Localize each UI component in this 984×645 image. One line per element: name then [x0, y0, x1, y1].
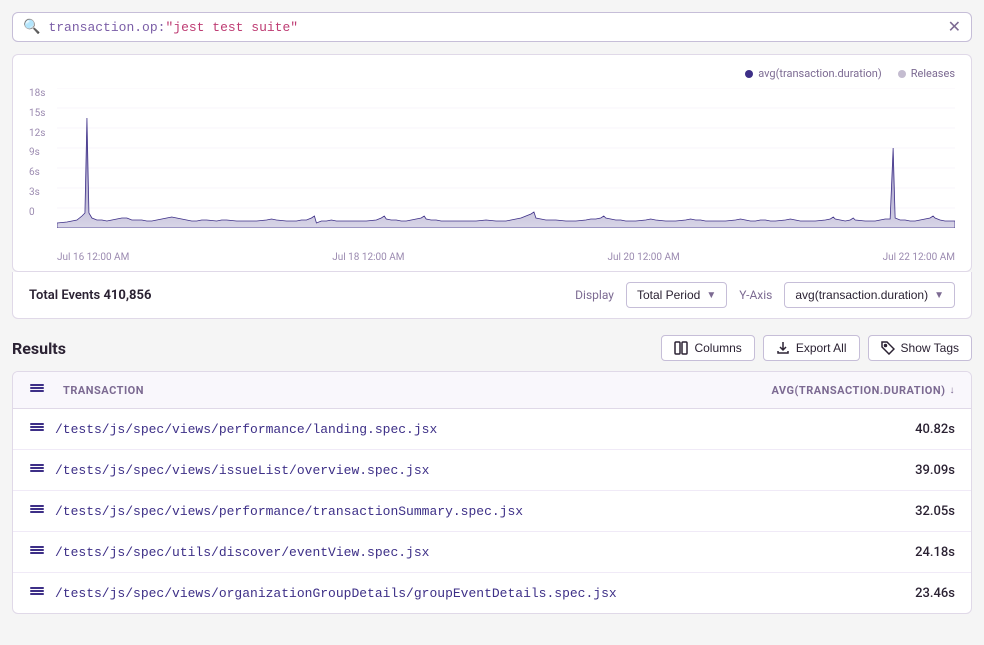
x-label-jul20: Jul 20 12:00 AM [607, 252, 679, 263]
columns-button[interactable]: Columns [661, 335, 754, 361]
row-value-5: 23.46s [915, 586, 955, 601]
search-icon: 🔍 [23, 19, 40, 35]
display-controls: Display Total Period ▼ Y-Axis avg(transa… [575, 282, 955, 308]
stats-bar: Total Events 410,856 Display Total Perio… [12, 272, 972, 319]
header-stack-icon [29, 380, 45, 396]
table-row: /tests/js/spec/views/performance/landing… [13, 409, 971, 450]
table-row: /tests/js/spec/utils/discover/eventView.… [13, 532, 971, 573]
table-row: /tests/js/spec/views/issueList/overview.… [13, 450, 971, 491]
y-label-15s: 15s [29, 108, 45, 119]
y-label-3s: 3s [29, 187, 45, 198]
legend-dot-releases [898, 70, 906, 78]
tag-icon [881, 341, 895, 355]
chart-svg [57, 88, 955, 228]
legend-releases-label: Releases [911, 67, 955, 80]
export-button[interactable]: Export All [763, 335, 860, 361]
col-transaction-header: Transaction [63, 384, 771, 397]
display-value: Total Period [637, 288, 700, 302]
table-row: /tests/js/spec/views/performance/transac… [13, 491, 971, 532]
y-axis-labels: 18s 15s 12s 9s 6s 3s 0 [29, 88, 45, 218]
row-path-1[interactable]: /tests/js/spec/views/performance/landing… [55, 422, 915, 437]
row-value-2: 39.09s [915, 463, 955, 478]
legend-avg-label: avg(transaction.duration) [758, 67, 881, 80]
x-label-jul22: Jul 22 12:00 AM [883, 252, 955, 263]
yaxis-label: Y-Axis [739, 288, 772, 302]
export-icon [776, 341, 790, 355]
y-label-6s: 6s [29, 167, 45, 178]
row-stack-icon-4 [29, 542, 45, 562]
x-label-jul18: Jul 18 12:00 AM [332, 252, 404, 263]
row-stack-icon-3 [29, 501, 45, 521]
x-axis-labels: Jul 16 12:00 AM Jul 18 12:00 AM Jul 20 1… [29, 248, 955, 271]
y-label-9s: 9s [29, 147, 45, 158]
header-icon-placeholder [29, 380, 53, 400]
search-input-display[interactable]: transaction.op:"jest test suite" [48, 20, 939, 35]
x-label-jul16: Jul 16 12:00 AM [57, 252, 129, 263]
total-events-label: Total Events 410,856 [29, 288, 151, 303]
yaxis-chevron-icon: ▼ [934, 290, 944, 301]
row-path-5[interactable]: /tests/js/spec/views/organizationGroupDe… [55, 586, 915, 601]
y-label-12s: 12s [29, 128, 45, 139]
show-tags-label: Show Tags [901, 341, 959, 355]
row-path-3[interactable]: /tests/js/spec/views/performance/transac… [55, 504, 915, 519]
search-bar: 🔍 transaction.op:"jest test suite" ✕ [12, 12, 972, 42]
row-stack-icon-5 [29, 583, 45, 603]
legend-dot-avg [745, 70, 753, 78]
legend-avg: avg(transaction.duration) [745, 67, 881, 80]
columns-label: Columns [694, 341, 741, 355]
row-path-4[interactable]: /tests/js/spec/utils/discover/eventView.… [55, 545, 915, 560]
chart-legend: avg(transaction.duration) Releases [29, 67, 955, 80]
table-row: /tests/js/spec/views/organizationGroupDe… [13, 573, 971, 613]
row-value-4: 24.18s [915, 545, 955, 560]
sort-icon[interactable]: ↓ [950, 385, 956, 396]
row-stack-icon-2 [29, 460, 45, 480]
row-value-1: 40.82s [915, 422, 955, 437]
display-chevron-icon: ▼ [706, 290, 716, 301]
chart-area: 18s 15s 12s 9s 6s 3s 0 [29, 88, 955, 248]
display-dropdown[interactable]: Total Period ▼ [626, 282, 727, 308]
yaxis-dropdown[interactable]: avg(transaction.duration) ▼ [784, 282, 955, 308]
chart-container: avg(transaction.duration) Releases 18s 1… [12, 54, 972, 272]
y-label-18s: 18s [29, 88, 45, 99]
row-value-3: 32.05s [915, 504, 955, 519]
row-path-2[interactable]: /tests/js/spec/views/issueList/overview.… [55, 463, 915, 478]
legend-releases: Releases [898, 67, 955, 80]
y-label-0: 0 [29, 207, 45, 218]
table-header: Transaction AVG(TRANSACTION.DURATION) ↓ [13, 372, 971, 409]
display-label: Display [575, 288, 614, 302]
results-title: Results [12, 339, 66, 358]
yaxis-value: avg(transaction.duration) [795, 288, 928, 302]
export-label: Export All [796, 341, 847, 355]
results-actions: Columns Export All Show Tags [661, 335, 972, 361]
col-metric-header: AVG(TRANSACTION.DURATION) ↓ [771, 384, 955, 397]
results-table: Transaction AVG(TRANSACTION.DURATION) ↓ … [12, 371, 972, 614]
row-stack-icon-1 [29, 419, 45, 439]
show-tags-button[interactable]: Show Tags [868, 335, 972, 361]
main-container: 🔍 transaction.op:"jest test suite" ✕ avg… [0, 0, 984, 645]
search-clear-button[interactable]: ✕ [948, 19, 961, 35]
total-events-value: 410,856 [103, 288, 151, 303]
columns-icon [674, 341, 688, 355]
results-header: Results Columns Export All [12, 335, 972, 361]
